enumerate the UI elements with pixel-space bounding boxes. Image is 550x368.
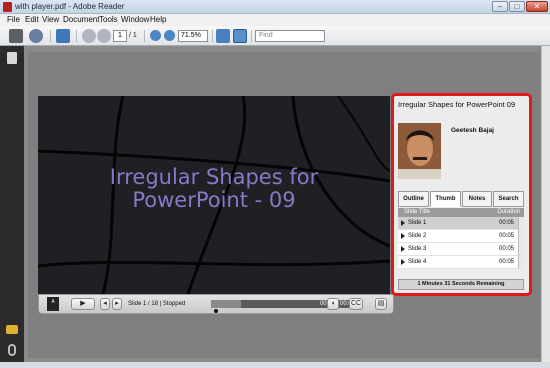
menu-file[interactable]: File: [7, 15, 20, 24]
presentation-title: Irregular Shapes for PowerPoint 09: [398, 100, 516, 109]
slide-list-header: Slide Title Duration: [398, 208, 524, 217]
previous-slide-button[interactable]: ◂: [100, 298, 110, 310]
tab-outline[interactable]: Outline: [398, 191, 429, 207]
menu-document[interactable]: Document: [63, 15, 99, 24]
slide-duration: 00:05: [498, 246, 514, 252]
sidebar-tabs: Outline Thumb Notes Search: [398, 191, 524, 208]
menu-bar: File Edit View Document Tools Window Hel…: [0, 14, 550, 26]
progress-fill: [211, 300, 241, 308]
minimize-button[interactable]: –: [492, 1, 508, 12]
attachment-icon[interactable]: [8, 344, 16, 356]
previous-page-icon[interactable]: [82, 29, 96, 43]
list-item[interactable]: Slide 3 00:05: [398, 243, 518, 256]
slide-duration: 00:05: [498, 259, 514, 265]
slide-title-line-2: PowerPoint - 09: [132, 188, 296, 212]
menu-tools[interactable]: Tools: [99, 15, 118, 24]
find-input[interactable]: Find: [255, 30, 325, 42]
zoom-out-icon[interactable]: [150, 30, 161, 41]
toolbar-separator: [50, 30, 51, 42]
next-page-icon[interactable]: [97, 29, 111, 43]
slide-name: Slide 1: [408, 220, 427, 226]
player-controls: A ▶ ◂ ▸ Slide 1 / 18 | Stopped 00:02 / 0…: [38, 294, 394, 314]
slide-name: Slide 4: [408, 259, 427, 265]
slide-view[interactable]: Irregular Shapes for PowerPoint - 09: [38, 96, 390, 294]
share-icon[interactable]: [56, 29, 70, 43]
slide-status: Slide 1 / 18 | Stopped: [128, 301, 186, 307]
zoom-level-select[interactable]: 71.5%: [178, 30, 208, 42]
vertical-scrollbar[interactable]: [541, 46, 550, 362]
slide-list: Slide 1 00:05 Slide 2 00:05 Slide 3 00:0…: [398, 217, 518, 269]
presenter-photo: [398, 123, 441, 179]
presentation-sidebar: Irregular Shapes for PowerPoint 09 Geete…: [391, 93, 532, 296]
expand-arrow-icon: [401, 246, 405, 252]
toolbar-separator: [144, 30, 145, 42]
status-bar: [0, 362, 550, 368]
column-slide-title: Slide Title: [404, 209, 431, 215]
slide-duration: 00:05: [498, 220, 514, 226]
slide-title-line-1: Irregular Shapes for: [109, 165, 319, 189]
slide-name: Slide 3: [408, 246, 427, 252]
title-bar: with player.pdf - Adobe Reader – □ ✕: [0, 0, 550, 14]
toolbar-separator: [251, 30, 252, 42]
navigation-panel: [0, 46, 24, 362]
tab-thumb[interactable]: Thumb: [430, 191, 461, 207]
closed-captions-button[interactable]: CC: [349, 298, 363, 310]
email-icon[interactable]: [29, 29, 43, 43]
play-button[interactable]: ▶: [71, 298, 95, 310]
expand-arrow-icon: [401, 233, 405, 239]
tab-search[interactable]: Search: [493, 191, 524, 207]
list-item[interactable]: Slide 4 00:05: [398, 256, 518, 269]
progress-handle[interactable]: [214, 309, 218, 313]
adobe-logo: A: [47, 297, 59, 311]
menu-view[interactable]: View: [42, 15, 59, 24]
window-title: with player.pdf - Adobe Reader: [15, 2, 125, 11]
time-remaining: 1 Minutes 31 Seconds Remaining: [398, 279, 524, 290]
toolbar-separator: [212, 30, 213, 42]
column-duration: Duration: [497, 209, 520, 215]
page-count: / 1: [129, 32, 137, 39]
close-button[interactable]: ✕: [526, 1, 548, 12]
print-icon[interactable]: [9, 29, 23, 43]
next-slide-button[interactable]: ▸: [112, 298, 122, 310]
slide-duration: 00:05: [498, 233, 514, 239]
full-screen-icon[interactable]: [233, 29, 247, 43]
list-item[interactable]: Slide 1 00:05: [398, 217, 518, 230]
toolbar: 1 / 1 71.5% Find: [0, 26, 550, 46]
presenter-name: Geetesh Bajaj: [451, 127, 494, 134]
slide-name: Slide 2: [408, 233, 427, 239]
sidebar-toggle-button[interactable]: ▤: [375, 298, 387, 310]
tab-notes[interactable]: Notes: [462, 191, 492, 207]
toolbar-separator: [76, 30, 77, 42]
list-item[interactable]: Slide 2 00:05: [398, 230, 518, 243]
maximize-button[interactable]: □: [509, 1, 525, 12]
menu-window[interactable]: Window: [121, 15, 149, 24]
comments-icon[interactable]: [6, 325, 18, 334]
slide-title: Irregular Shapes for PowerPoint - 09: [38, 166, 390, 212]
fit-page-icon[interactable]: [216, 29, 230, 43]
pages-icon[interactable]: [7, 52, 17, 64]
expand-arrow-icon: [401, 220, 405, 226]
menu-help[interactable]: Help: [150, 15, 166, 24]
volume-button[interactable]: ◖: [327, 298, 339, 310]
presenter-portrait: [398, 123, 441, 179]
page-number-input[interactable]: 1: [113, 30, 127, 42]
menu-edit[interactable]: Edit: [25, 15, 39, 24]
adobe-reader-icon: [3, 2, 12, 12]
slide-list-scrollbar[interactable]: [518, 217, 524, 269]
expand-arrow-icon: [401, 259, 405, 265]
zoom-in-icon[interactable]: [164, 30, 175, 41]
